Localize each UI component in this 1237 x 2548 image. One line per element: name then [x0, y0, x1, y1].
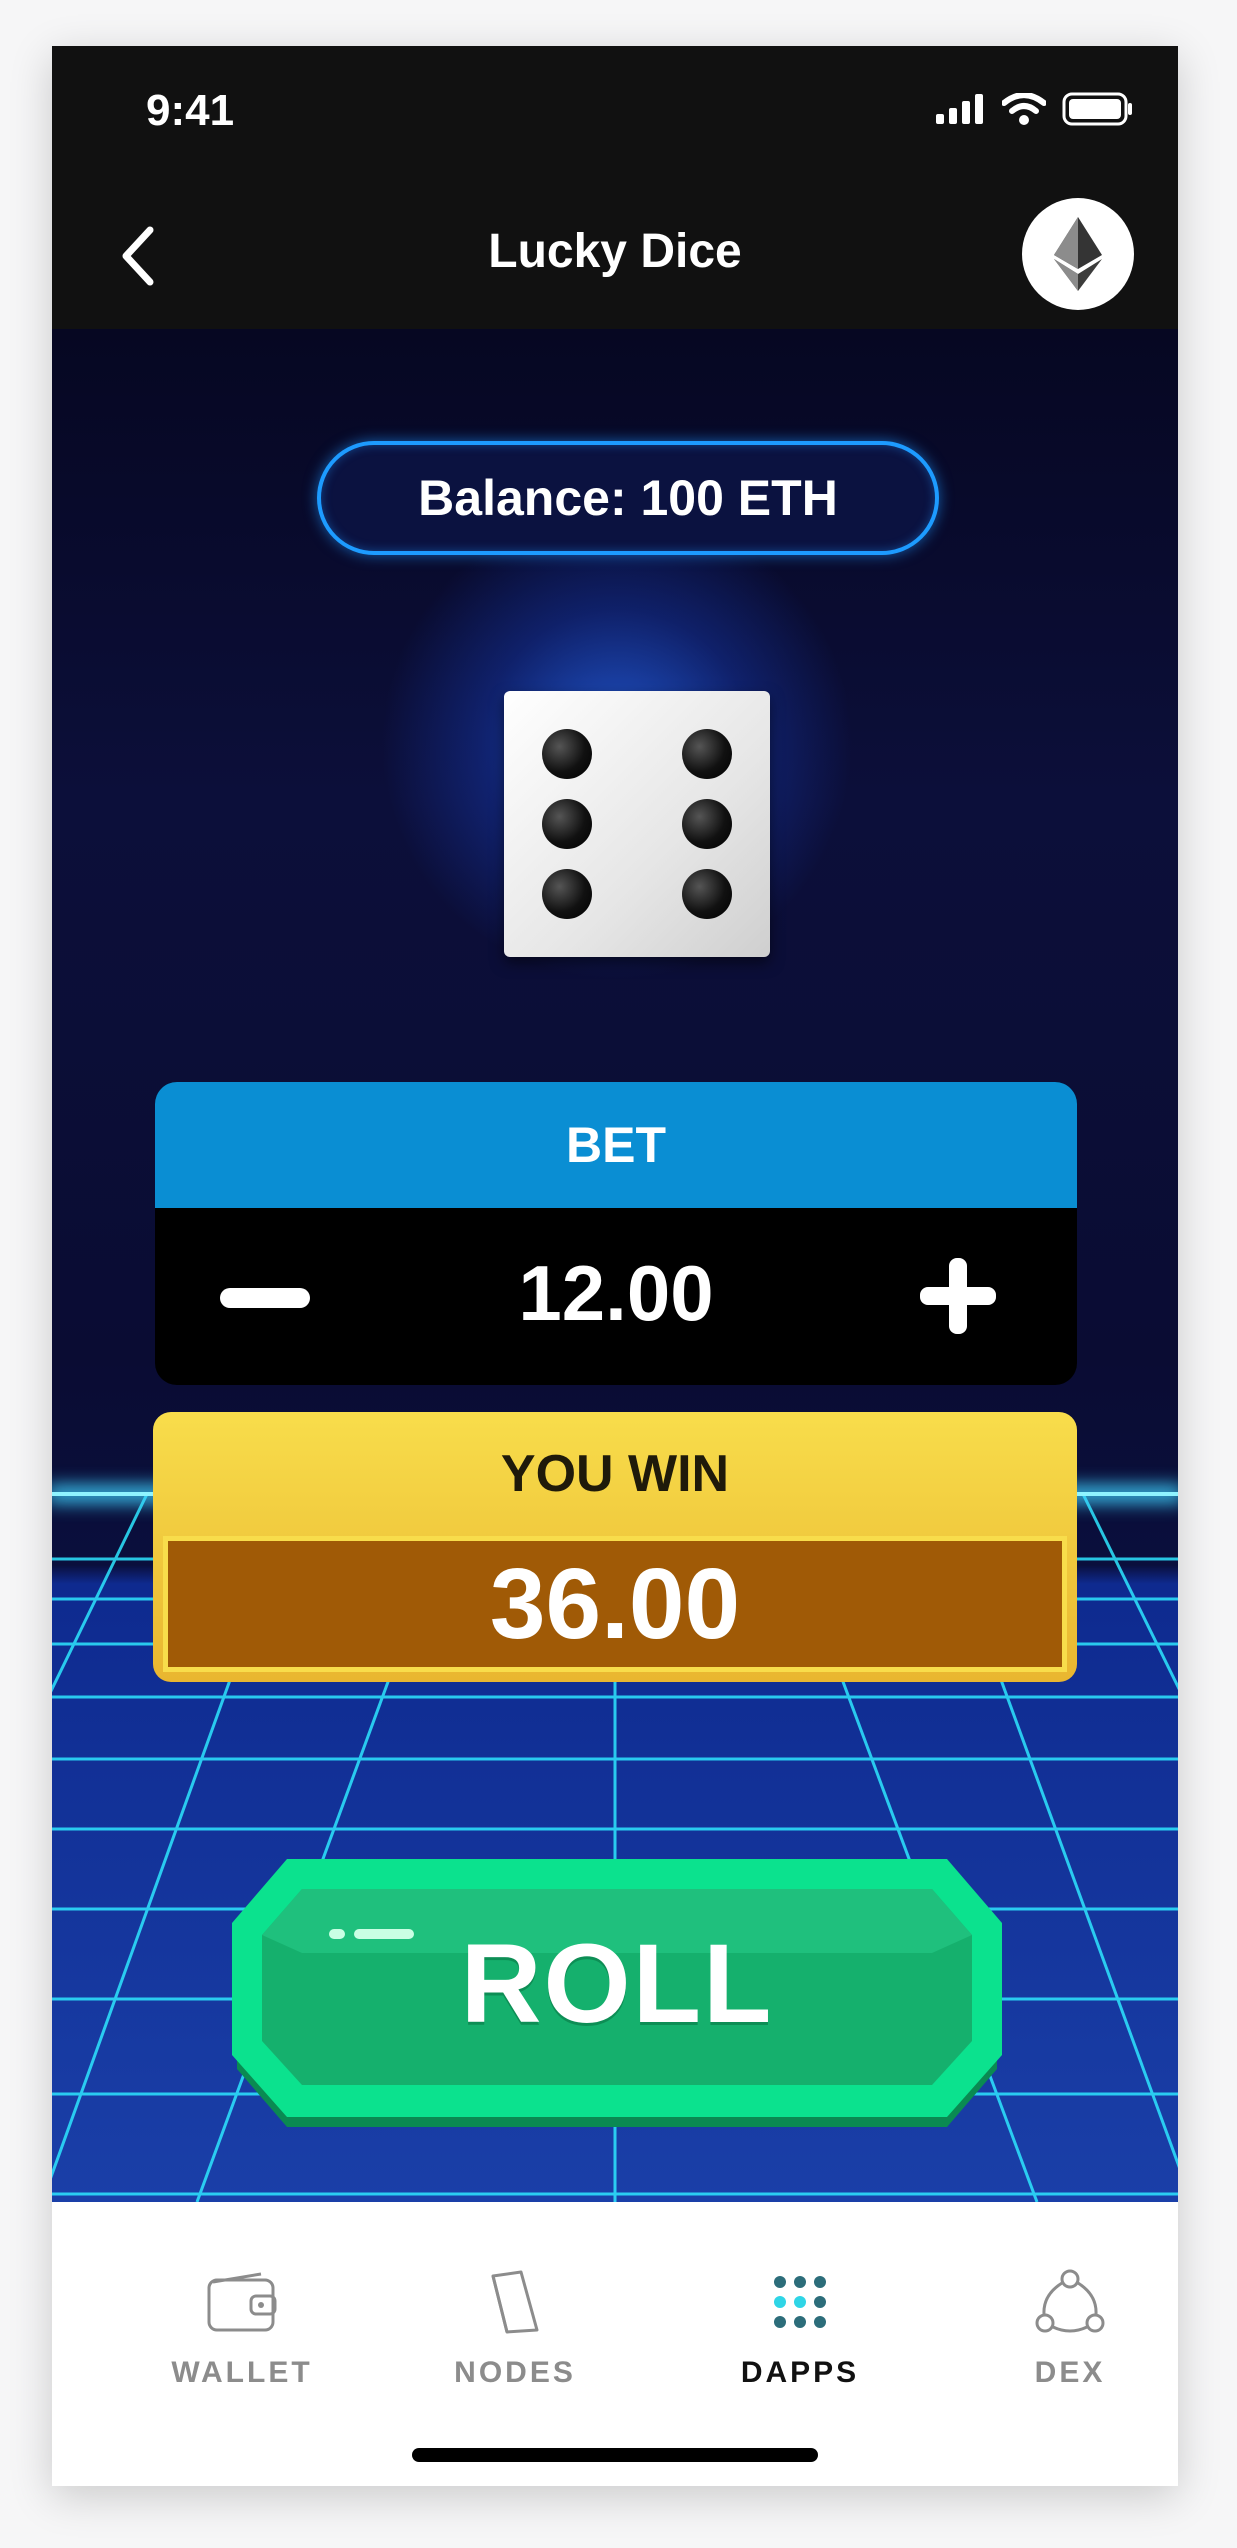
wifi-icon	[1002, 93, 1046, 125]
game-area: Balance: 100 ETH BET 12.00 YOU WIN 36.00	[52, 329, 1178, 2202]
win-panel: YOU WIN 36.00	[153, 1412, 1077, 1682]
tab-dapps[interactable]: DAPPS	[680, 2262, 920, 2390]
dice-six	[504, 691, 770, 957]
tab-label: NODES	[454, 2356, 576, 2389]
tab-dex[interactable]: DEX	[950, 2262, 1178, 2390]
app-header: 9:41 Lucky Dice	[52, 46, 1178, 329]
wallet-icon	[207, 2272, 277, 2332]
dice-pip	[542, 799, 592, 849]
dice-pip	[542, 729, 592, 779]
win-amount: 36.00	[163, 1536, 1067, 1672]
page-title: Lucky Dice	[488, 225, 742, 278]
dapps-icon	[774, 2276, 826, 2328]
phone-screen: 9:41 Lucky Dice Balance: 100 ETH BET 12.…	[52, 46, 1178, 2486]
tab-label: DEX	[1034, 2356, 1106, 2389]
nodes-icon	[491, 2270, 539, 2334]
roll-label: ROLL	[460, 1921, 774, 2046]
tab-nodes[interactable]: NODES	[395, 2262, 635, 2390]
bottom-tab-bar: WALLET NODES DAPPS DEX	[52, 2202, 1178, 2486]
win-label: YOU WIN	[500, 1445, 730, 1503]
dex-icon	[1035, 2269, 1105, 2333]
dice-pip	[542, 869, 592, 919]
bet-label: BET	[155, 1082, 1077, 1208]
balance-display: Balance: 100 ETH	[317, 441, 939, 555]
tab-label: WALLET	[171, 2356, 313, 2389]
battery-icon	[1062, 92, 1132, 126]
dice-pip	[682, 799, 732, 849]
ethereum-icon	[1054, 217, 1102, 291]
bet-panel: BET 12.00	[155, 1082, 1077, 1385]
status-icons	[936, 92, 1134, 126]
tab-wallet[interactable]: WALLET	[122, 2262, 362, 2390]
bet-stepper: 12.00	[155, 1208, 1077, 1385]
tab-label: DAPPS	[740, 2356, 860, 2389]
roll-button[interactable]: ROLL	[232, 1859, 1002, 2129]
status-time: 9:41	[146, 86, 235, 135]
signal-icon	[936, 94, 983, 124]
increase-bet-button[interactable]	[920, 1258, 996, 1334]
dice-pip	[682, 729, 732, 779]
ethereum-account-button[interactable]	[1022, 198, 1134, 310]
dice-pip	[682, 869, 732, 919]
home-indicator[interactable]	[412, 2448, 818, 2462]
